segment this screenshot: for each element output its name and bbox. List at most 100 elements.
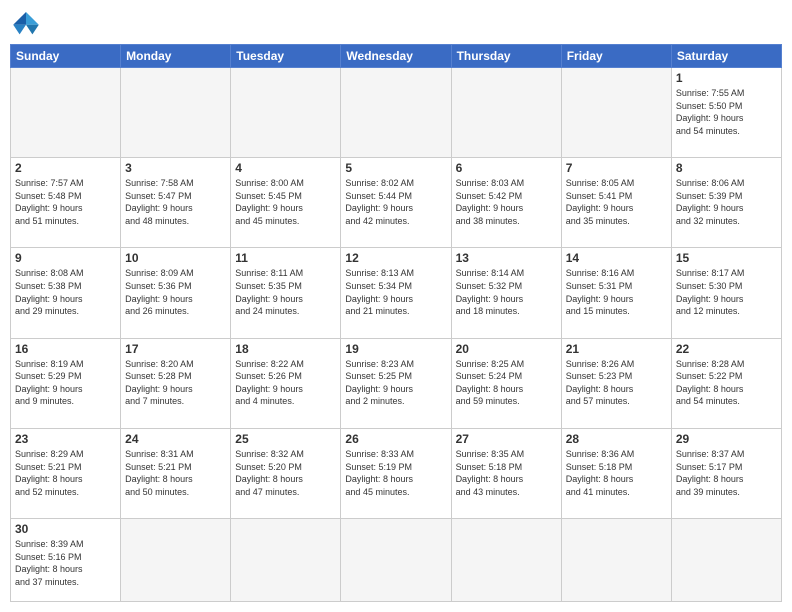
day-number: 17	[125, 342, 226, 356]
day-info: Sunrise: 8:02 AM Sunset: 5:44 PM Dayligh…	[345, 177, 446, 227]
calendar-week-row: 2Sunrise: 7:57 AM Sunset: 5:48 PM Daylig…	[11, 158, 782, 248]
calendar-day-cell: 11 Sunrise: 8:11 AM Sunset: 5:35 PM Dayli…	[231, 248, 341, 338]
day-number: 25	[235, 432, 336, 446]
calendar-day-cell: 12Sunrise: 8:13 AM Sunset: 5:34 PM Dayli…	[341, 248, 451, 338]
logo-icon	[10, 10, 42, 38]
calendar-day-cell: 8 Sunrise: 8:06 AM Sunset: 5:39 PM Daylig…	[671, 158, 781, 248]
day-number: 4	[235, 161, 336, 175]
header	[10, 10, 782, 38]
day-info: Sunrise: 8:29 AM Sunset: 5:21 PM Dayligh…	[15, 448, 116, 498]
calendar-week-row: 1 Sunrise: 7:55 AM Sunset: 5:50 PM Daylig…	[11, 68, 782, 158]
day-info: Sunrise: 8:25 AM Sunset: 5:24 PM Dayligh…	[456, 358, 557, 408]
day-number: 10	[125, 251, 226, 265]
day-number: 8	[676, 161, 777, 175]
calendar-day-cell: 10 Sunrise: 8:09 AM Sunset: 5:36 PM Dayli…	[121, 248, 231, 338]
day-info: Sunrise: 8:06 AM Sunset: 5:39 PM Dayligh…	[676, 177, 777, 227]
day-number: 20	[456, 342, 557, 356]
day-info: Sunrise: 8:22 AM Sunset: 5:26 PM Dayligh…	[235, 358, 336, 408]
day-number: 22	[676, 342, 777, 356]
day-info: Sunrise: 8:20 AM Sunset: 5:28 PM Dayligh…	[125, 358, 226, 408]
day-number: 24	[125, 432, 226, 446]
day-number: 1	[676, 71, 777, 85]
calendar-day-cell: 22 Sunrise: 8:28 AM Sunset: 5:22 PM Dayli…	[671, 338, 781, 428]
day-number: 26	[345, 432, 446, 446]
day-number: 11	[235, 251, 336, 265]
calendar-day-cell: 15Sunrise: 8:17 AM Sunset: 5:30 PM Dayli…	[671, 248, 781, 338]
day-number: 19	[345, 342, 446, 356]
calendar-week-row: 23 Sunrise: 8:29 AM Sunset: 5:21 PM Dayli…	[11, 428, 782, 518]
day-number: 9	[15, 251, 116, 265]
calendar-day-cell: 26 Sunrise: 8:33 AM Sunset: 5:19 PM Dayli…	[341, 428, 451, 518]
day-info: Sunrise: 8:37 AM Sunset: 5:17 PM Dayligh…	[676, 448, 777, 498]
day-info: Sunrise: 8:33 AM Sunset: 5:19 PM Dayligh…	[345, 448, 446, 498]
calendar-day-cell: 25 Sunrise: 8:32 AM Sunset: 5:20 PM Dayli…	[231, 428, 341, 518]
day-number: 14	[566, 251, 667, 265]
day-info: Sunrise: 8:23 AM Sunset: 5:25 PM Dayligh…	[345, 358, 446, 408]
calendar-day-cell	[341, 519, 451, 602]
day-number: 28	[566, 432, 667, 446]
calendar-day-cell: 17 Sunrise: 8:20 AM Sunset: 5:28 PM Dayli…	[121, 338, 231, 428]
calendar-day-cell: 23 Sunrise: 8:29 AM Sunset: 5:21 PM Dayli…	[11, 428, 121, 518]
calendar-day-cell	[341, 68, 451, 158]
calendar-week-row: 16Sunrise: 8:19 AM Sunset: 5:29 PM Dayli…	[11, 338, 782, 428]
calendar-header-friday: Friday	[561, 45, 671, 68]
calendar-day-cell: 5 Sunrise: 8:02 AM Sunset: 5:44 PM Daylig…	[341, 158, 451, 248]
calendar-day-cell	[11, 68, 121, 158]
day-info: Sunrise: 8:35 AM Sunset: 5:18 PM Dayligh…	[456, 448, 557, 498]
day-info: Sunrise: 8:16 AM Sunset: 5:31 PM Dayligh…	[566, 267, 667, 317]
day-info: Sunrise: 8:09 AM Sunset: 5:36 PM Dayligh…	[125, 267, 226, 317]
calendar-day-cell: 27 Sunrise: 8:35 AM Sunset: 5:18 PM Dayli…	[451, 428, 561, 518]
day-info: Sunrise: 7:55 AM Sunset: 5:50 PM Dayligh…	[676, 87, 777, 137]
calendar-day-cell: 9 Sunrise: 8:08 AM Sunset: 5:38 PM Daylig…	[11, 248, 121, 338]
calendar-header-monday: Monday	[121, 45, 231, 68]
day-number: 13	[456, 251, 557, 265]
day-number: 2	[15, 161, 116, 175]
day-info: Sunrise: 8:14 AM Sunset: 5:32 PM Dayligh…	[456, 267, 557, 317]
day-number: 23	[15, 432, 116, 446]
calendar-day-cell: 18 Sunrise: 8:22 AM Sunset: 5:26 PM Dayli…	[231, 338, 341, 428]
day-info: Sunrise: 8:28 AM Sunset: 5:22 PM Dayligh…	[676, 358, 777, 408]
calendar-table: SundayMondayTuesdayWednesdayThursdayFrid…	[10, 44, 782, 602]
day-number: 3	[125, 161, 226, 175]
day-info: Sunrise: 8:05 AM Sunset: 5:41 PM Dayligh…	[566, 177, 667, 227]
calendar-day-cell: 7Sunrise: 8:05 AM Sunset: 5:41 PM Daylig…	[561, 158, 671, 248]
day-info: Sunrise: 8:26 AM Sunset: 5:23 PM Dayligh…	[566, 358, 667, 408]
day-number: 6	[456, 161, 557, 175]
calendar-day-cell	[561, 519, 671, 602]
calendar-day-cell: 3 Sunrise: 7:58 AM Sunset: 5:47 PM Daylig…	[121, 158, 231, 248]
day-info: Sunrise: 8:19 AM Sunset: 5:29 PM Dayligh…	[15, 358, 116, 408]
calendar-day-cell: 16Sunrise: 8:19 AM Sunset: 5:29 PM Dayli…	[11, 338, 121, 428]
calendar-day-cell: 20 Sunrise: 8:25 AM Sunset: 5:24 PM Dayli…	[451, 338, 561, 428]
calendar-day-cell	[121, 519, 231, 602]
day-info: Sunrise: 8:13 AM Sunset: 5:34 PM Dayligh…	[345, 267, 446, 317]
page: SundayMondayTuesdayWednesdayThursdayFrid…	[0, 0, 792, 612]
calendar-day-cell: 24Sunrise: 8:31 AM Sunset: 5:21 PM Dayli…	[121, 428, 231, 518]
calendar-header-tuesday: Tuesday	[231, 45, 341, 68]
calendar-day-cell	[561, 68, 671, 158]
calendar-day-cell	[451, 68, 561, 158]
calendar-day-cell	[231, 519, 341, 602]
day-number: 30	[15, 522, 116, 536]
calendar-week-row: 9 Sunrise: 8:08 AM Sunset: 5:38 PM Daylig…	[11, 248, 782, 338]
calendar-header-saturday: Saturday	[671, 45, 781, 68]
day-info: Sunrise: 8:36 AM Sunset: 5:18 PM Dayligh…	[566, 448, 667, 498]
day-number: 5	[345, 161, 446, 175]
calendar-day-cell: 29Sunrise: 8:37 AM Sunset: 5:17 PM Dayli…	[671, 428, 781, 518]
day-number: 18	[235, 342, 336, 356]
logo	[10, 10, 46, 38]
calendar-header-row: SundayMondayTuesdayWednesdayThursdayFrid…	[11, 45, 782, 68]
calendar-header-thursday: Thursday	[451, 45, 561, 68]
day-number: 21	[566, 342, 667, 356]
day-number: 27	[456, 432, 557, 446]
day-info: Sunrise: 8:32 AM Sunset: 5:20 PM Dayligh…	[235, 448, 336, 498]
calendar-day-cell: 21 Sunrise: 8:26 AM Sunset: 5:23 PM Dayli…	[561, 338, 671, 428]
day-info: Sunrise: 7:58 AM Sunset: 5:47 PM Dayligh…	[125, 177, 226, 227]
calendar-day-cell: 13 Sunrise: 8:14 AM Sunset: 5:32 PM Dayli…	[451, 248, 561, 338]
calendar-day-cell: 28 Sunrise: 8:36 AM Sunset: 5:18 PM Dayli…	[561, 428, 671, 518]
calendar-day-cell: 30Sunrise: 8:39 AM Sunset: 5:16 PM Dayli…	[11, 519, 121, 602]
day-info: Sunrise: 8:11 AM Sunset: 5:35 PM Dayligh…	[235, 267, 336, 317]
day-info: Sunrise: 8:08 AM Sunset: 5:38 PM Dayligh…	[15, 267, 116, 317]
calendar-day-cell	[671, 519, 781, 602]
calendar-header-wednesday: Wednesday	[341, 45, 451, 68]
calendar-day-cell: 2Sunrise: 7:57 AM Sunset: 5:48 PM Daylig…	[11, 158, 121, 248]
